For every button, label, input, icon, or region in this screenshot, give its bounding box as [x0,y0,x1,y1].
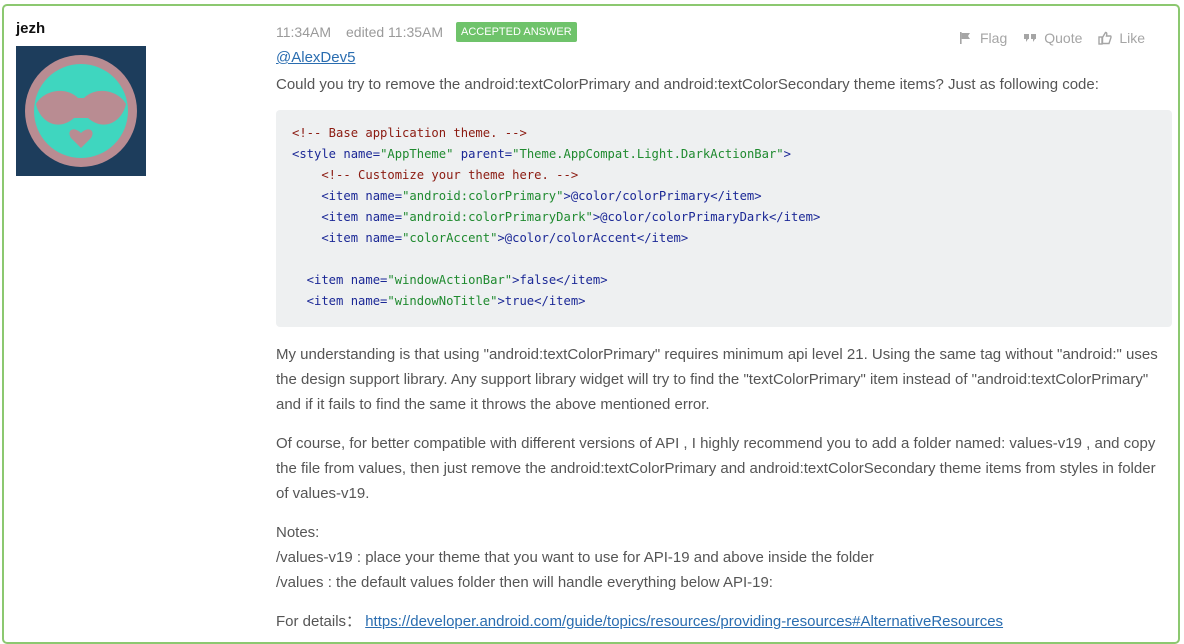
flag-icon [960,32,970,44]
code-line: <item name="colorAccent">@color/colorAcc… [292,231,689,245]
note-values: /values : the default values folder then… [276,574,773,591]
code-line: <item name="windowNoTitle">true</item> [292,294,586,308]
quote-button[interactable]: Quote [1023,30,1082,46]
quote-icon [1024,34,1037,42]
mention-link[interactable]: @AlexDev5 [276,49,355,66]
post-meta: 11:34AM edited 11:35AM ACCEPTED ANSWER [276,22,577,42]
author-name[interactable]: jezh [16,20,45,37]
post-actions: Flag Quote Like [959,30,1161,46]
flag-button[interactable]: Flag [959,30,1007,46]
accepted-answer-badge: ACCEPTED ANSWER [456,22,577,42]
code-line: <item name="android:colorPrimary">@color… [292,189,762,203]
thumbs-up-icon [1098,31,1113,45]
details-link[interactable]: https://developer.android.com/guide/topi… [365,613,1003,630]
recommendation-paragraph: Of course, for better compatible with di… [276,435,1156,502]
like-button[interactable]: Like [1098,30,1145,46]
intro-text: Could you try to remove the android:text… [276,76,1099,93]
explanation-paragraph: My understanding is that using "android:… [276,346,1158,413]
flag-label: Flag [980,30,1008,46]
code-line: <!-- Base application theme. --> [292,126,527,140]
quote-label: Quote [1044,30,1083,46]
details-label: For details： [276,613,362,630]
like-label: Like [1119,30,1146,46]
code-line: <item name="windowActionBar">false</item… [292,273,608,287]
avatar[interactable] [16,46,146,176]
code-line: <!-- Customize your theme here. --> [292,168,579,182]
code-block: <!-- Base application theme. --> <style n… [276,110,1172,327]
answer-card: jezh 11:34AM edited 11:35AM ACCEPTED ANS… [2,4,1180,644]
details-line: For details： https://developer.android.c… [276,609,1161,634]
edited-time: edited 11:35AM [346,24,444,40]
note-values-v19: /values-v19 : place your theme that you … [276,549,874,566]
code-line: <item name="android:colorPrimaryDark">@c… [292,210,821,224]
notes-title: Notes: [276,524,320,541]
code-line: <style name="AppTheme" parent="Theme.App… [292,147,791,161]
post-time: 11:34AM [276,24,331,40]
